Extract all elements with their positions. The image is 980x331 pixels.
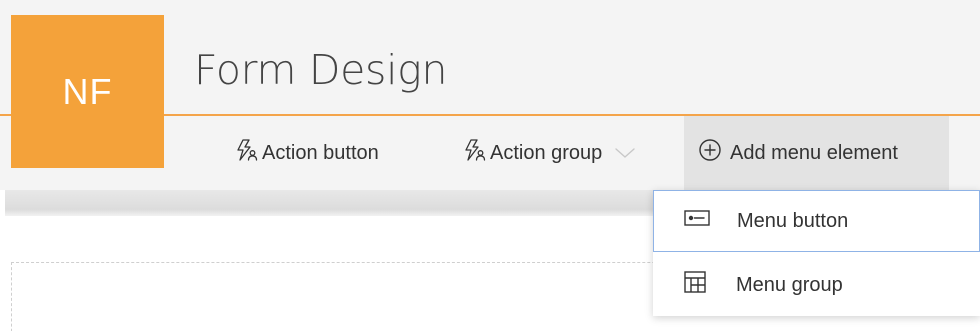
lightning-person-icon xyxy=(463,138,487,168)
add-menu-element-label: Add menu element xyxy=(730,141,898,164)
form-design-page: NF Form Design Action button Action grou… xyxy=(0,0,980,331)
lightning-person-icon xyxy=(235,138,259,168)
page-title: Form Design xyxy=(194,46,448,94)
add-menu-element-dropdown: Menu button Menu group xyxy=(653,190,980,316)
add-menu-element-button[interactable]: Add menu element xyxy=(684,116,949,190)
menu-button-icon xyxy=(684,209,710,233)
action-button-label: Action button xyxy=(262,141,379,164)
action-button[interactable]: Action button xyxy=(235,116,379,190)
logo-text: NF xyxy=(62,70,113,112)
menu-button-label: Menu button xyxy=(737,209,849,232)
menu-group-option[interactable]: Menu group xyxy=(653,254,980,316)
menu-group-label: Menu group xyxy=(736,273,843,296)
action-group-label: Action group xyxy=(490,141,603,164)
menu-group-icon xyxy=(683,270,707,300)
app-logo: NF xyxy=(11,15,164,168)
menu-button-option[interactable]: Menu button xyxy=(653,190,980,252)
add-circle-icon xyxy=(698,138,722,168)
chevron-down-icon xyxy=(614,142,636,165)
action-group-button[interactable]: Action group xyxy=(463,116,636,190)
